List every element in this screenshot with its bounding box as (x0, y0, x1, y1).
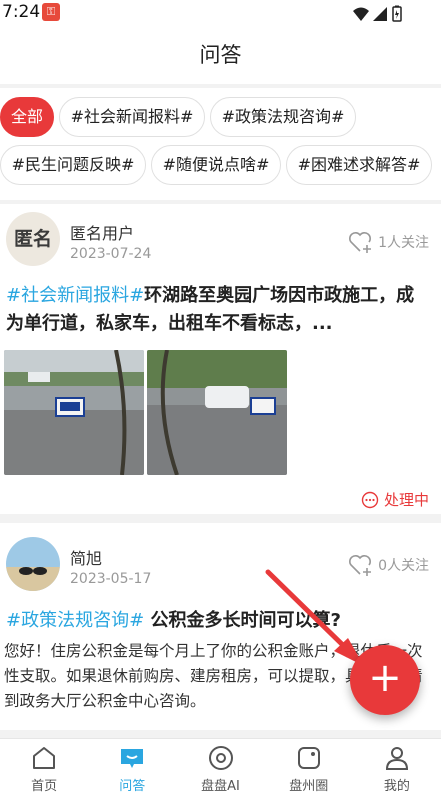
follow-button[interactable]: 1人关注 (348, 230, 429, 254)
post-card[interactable]: 匿名 匿名用户 2023-07-24 1人关注 #社会新闻报料#环湖路至奥园广场… (0, 204, 441, 514)
status-bar: 7:24 ⚿ (0, 0, 441, 26)
status-label: 处理中 (383, 491, 429, 509)
heart-plus-icon (349, 555, 372, 576)
circle-icon (297, 747, 320, 769)
post-title[interactable]: #社会新闻报料#环湖路至奥园广场因市政施工，成为单行道，私家车，出租车不看标志，… (6, 282, 431, 338)
nav-item-qa[interactable]: 问答 (88, 739, 176, 793)
status-icons (353, 5, 402, 22)
tag-all[interactable]: 全部 (0, 97, 54, 137)
avatar (6, 537, 60, 591)
post-title[interactable]: #政策法规咨询# 公积金多长时间可以算? (6, 607, 431, 635)
post-title-text: 公积金多长时间可以算? (150, 610, 341, 631)
chat-icon (121, 749, 144, 768)
post-photo[interactable] (147, 350, 287, 475)
post-date: 2023-05-17 (70, 571, 152, 587)
post-photo[interactable] (4, 350, 144, 475)
tag-difficulty[interactable]: #困难述求解答# (286, 145, 432, 185)
more-icon (361, 491, 379, 508)
nav-label: 问答 (119, 779, 146, 793)
ai-icon (208, 746, 233, 770)
header: 问答 (0, 26, 441, 84)
tag-social-news[interactable]: #社会新闻报料# (59, 97, 205, 137)
username: 简旭 (70, 549, 103, 568)
topic-tag-bar: 全部 #社会新闻报料# #政策法规咨询# #民生问题反映# #随便说点啥# #困… (0, 88, 441, 200)
follower-count: 0人关注 (378, 558, 429, 574)
status-processing: 处理中 (361, 489, 429, 510)
nav-item-home[interactable]: 首页 (0, 739, 88, 793)
tag-policy[interactable]: #政策法规咨询# (210, 97, 356, 137)
bottom-nav: 首页 问答 盘盘AI 盘州圈 我的 (0, 738, 441, 793)
nav-label: 首页 (31, 779, 58, 793)
tag-livelihood[interactable]: #民生问题反映# (0, 145, 146, 185)
avatar: 匿名 (6, 212, 60, 266)
follower-count: 1人关注 (378, 235, 429, 251)
wifi-icon (353, 7, 369, 21)
add-post-button[interactable]: + (350, 645, 420, 715)
follow-button[interactable]: 0人关注 (348, 553, 429, 577)
heart-plus-icon (349, 232, 372, 253)
nav-item-ai[interactable]: 盘盘AI (176, 739, 264, 793)
page-title: 问答 (199, 43, 242, 67)
post-topic[interactable]: #政策法规咨询# (6, 610, 144, 631)
post-topic[interactable]: #社会新闻报料# (6, 285, 144, 306)
nav-label: 盘盘AI (201, 779, 240, 793)
signal-icon (373, 7, 387, 21)
nav-item-circle[interactable]: 盘州圈 (265, 739, 353, 793)
username: 匿名用户 (70, 224, 135, 243)
status-time: 7:24 (2, 2, 41, 22)
tag-casual[interactable]: #随便说点啥# (151, 145, 281, 185)
home-icon (33, 747, 56, 769)
nav-label: 我的 (383, 779, 410, 793)
post-date: 2023-07-24 (70, 246, 152, 262)
app-notification-icon: ⚿ (42, 3, 60, 21)
user-icon (385, 747, 408, 770)
nav-label: 盘州圈 (289, 779, 329, 793)
nav-item-mine[interactable]: 我的 (353, 739, 441, 793)
